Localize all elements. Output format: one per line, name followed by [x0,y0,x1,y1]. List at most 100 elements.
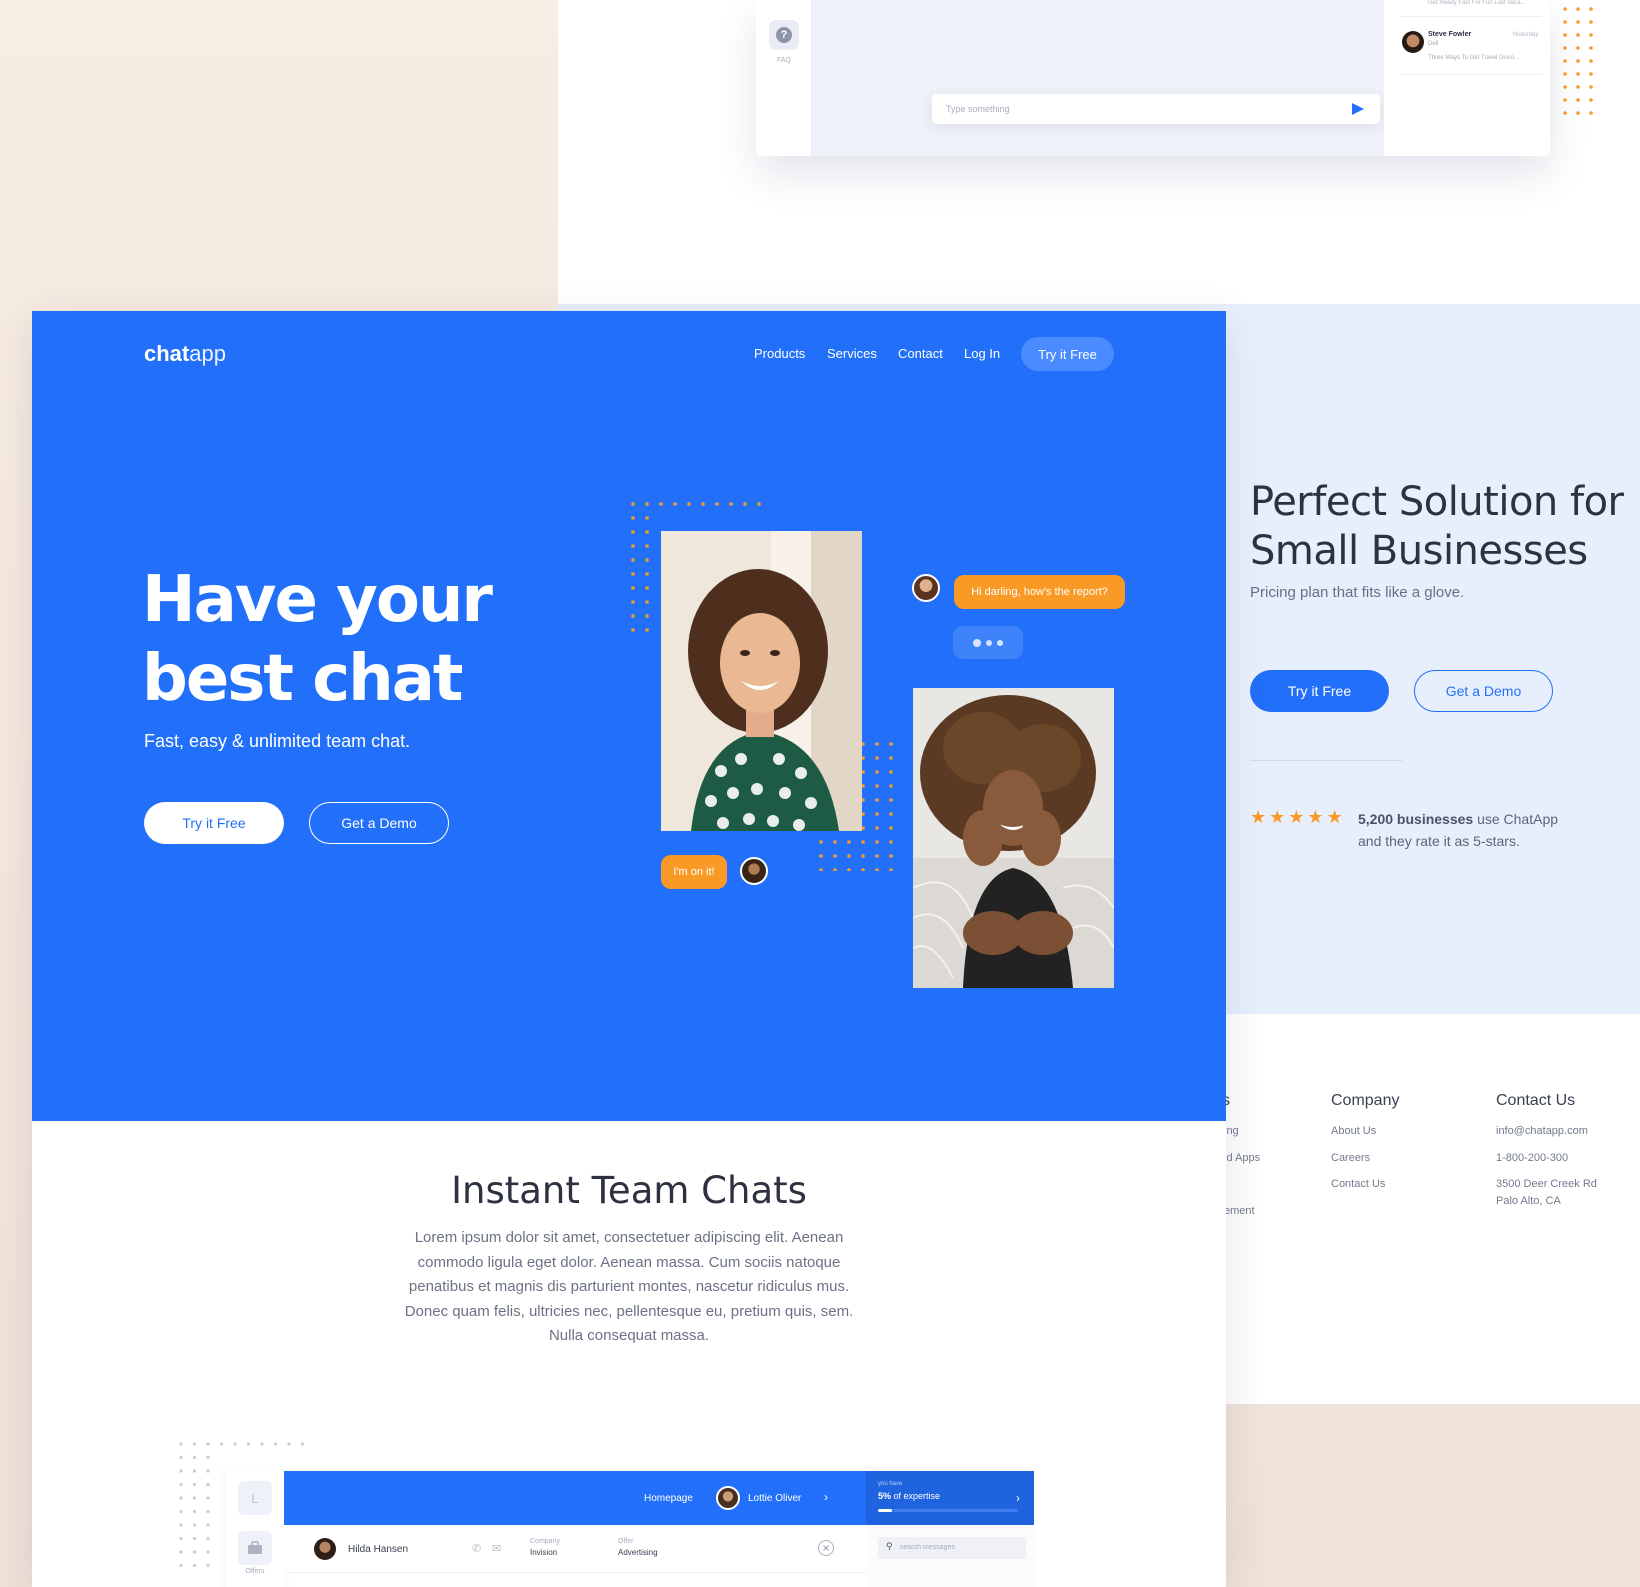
nav-try-free-button[interactable]: Try it Free [1021,337,1114,371]
rating-text-line2: and they rate it as 5-stars. [1358,833,1520,849]
decorative-dot [819,840,823,844]
divider [1400,16,1542,17]
decorative-dot [715,502,719,506]
decorative-dot [631,558,635,562]
pricing-subtitle: Pricing plan that fits like a glove. [1250,584,1465,601]
chevron-right-icon[interactable]: › [1016,1491,1020,1505]
decorative-dot [645,530,649,534]
footer-link[interactable]: id Apps [1224,1152,1260,1164]
contact-avatar[interactable] [1402,31,1424,53]
decorative-dot [875,770,879,774]
row-name[interactable]: Hilda Hansen [348,1544,408,1555]
dashboard-topbar: Homepage Lottie Oliver › [284,1471,866,1525]
decorative-dot [875,784,879,788]
decorative-dot [687,502,691,506]
decorative-dot [1576,46,1580,50]
footer-link[interactable]: ing [1224,1125,1239,1137]
footer-link-contact[interactable]: Contact Us [1331,1178,1385,1190]
decorative-dot [192,1442,197,1446]
decorative-dot [875,840,879,844]
hero-get-demo-button[interactable]: Get a Demo [309,802,449,844]
send-icon[interactable] [1352,103,1364,115]
logo-app: app [189,341,226,366]
footer-email[interactable]: info@chatapp.com [1496,1125,1588,1137]
decorative-dot [631,628,635,632]
decorative-dot [861,868,865,871]
company-label: Company [530,1538,560,1545]
footer-link-careers[interactable]: Careers [1331,1152,1370,1164]
chevron-right-icon[interactable]: › [824,1490,828,1504]
decorative-dot [179,1536,183,1541]
nav-contact[interactable]: Contact [898,346,943,361]
decorative-dot [1589,59,1593,63]
decorative-dot [246,1442,251,1446]
divider [1400,74,1542,75]
search-messages-input[interactable]: ⚲ search messages [878,1537,1026,1559]
decorative-dot [1563,59,1567,63]
typing-dot [986,639,992,646]
decorative-dot [875,868,879,871]
decorative-dot [192,1482,197,1487]
chat-bubble-answer: I'm on it! [661,855,727,889]
table-row[interactable]: Hilda Hansen ✆ ✉ Company Invision Offer … [284,1525,866,1573]
hero-try-free-button[interactable]: Try it Free [144,802,284,844]
decorative-dot [875,756,879,760]
decorative-dot [1589,111,1593,115]
decorative-dot [206,1550,210,1554]
hero-title-line1: Have your [142,563,493,637]
decorative-dot [645,516,649,520]
hero-subtitle: Fast, easy & unlimited team chat. [144,731,411,751]
decorative-dot [701,502,705,506]
nav-products[interactable]: Products [754,346,805,361]
decorative-dot [192,1523,197,1527]
decorative-dot [1589,20,1593,24]
briefcase-icon[interactable] [238,1531,272,1565]
decorative-dot [1563,85,1567,89]
pricing-get-demo-button[interactable]: Get a Demo [1414,670,1553,712]
rail-letter-button[interactable]: L [238,1481,272,1515]
decorative-dot [757,502,761,506]
faq-icon[interactable]: ? [769,20,799,50]
decorative-dot [1589,7,1593,11]
decorative-dot [1589,98,1593,102]
close-icon[interactable]: × [818,1540,834,1556]
nav-services[interactable]: Services [827,346,877,361]
footer-contact-heading: Contact Us [1496,1092,1576,1109]
company-value: Invision [530,1548,558,1557]
chat-message-input[interactable]: Type something [932,94,1380,124]
decorative-dot [833,854,837,858]
decorative-dot [847,854,851,858]
nav-homepage[interactable]: Homepage [644,1493,693,1504]
star-icon: ★ [1269,807,1286,828]
avatar[interactable] [716,1486,740,1510]
contact-name[interactable]: Steve Fowler [1428,31,1471,38]
chatapp-logo[interactable]: chatapp [144,341,226,367]
section-body: Lorem ipsum dolor sit amet, consectetuer… [404,1229,854,1344]
decorative-dot [179,1482,183,1487]
mail-icon[interactable]: ✉ [492,1542,501,1555]
user-name[interactable]: Lottie Oliver [748,1493,801,1504]
pricing-try-free-button[interactable]: Try it Free [1250,670,1389,712]
expertise-rest: of expertise [891,1491,941,1501]
decorative-dot [889,826,893,830]
contact-preview-cut: Get Ready Fast For Fun Last Vaca... [1428,0,1526,6]
decorative-dot [659,502,663,506]
expertise-caption: you have [878,1481,903,1487]
decorative-dot [1563,33,1567,37]
decorative-dot [861,854,865,858]
footer-address-city: Palo Alto, CA [1496,1195,1561,1207]
decorative-dot [1576,33,1580,37]
nav-login[interactable]: Log In [964,346,1000,361]
decorative-dot [889,812,893,816]
footer-phone[interactable]: 1-800-200-300 [1496,1152,1568,1164]
decorative-dot [847,868,851,871]
phone-icon[interactable]: ✆ [472,1542,481,1555]
rating-stars: ★ ★ ★ ★ ★ [1250,808,1343,828]
decorative-dot [179,1455,183,1460]
footer-link-about[interactable]: About Us [1331,1125,1376,1137]
dashboard-preview: L Offers Homepage Lottie Oliver › you ha… [226,1471,1034,1587]
decorative-dot [206,1523,210,1527]
footer-link[interactable]: ement [1224,1205,1255,1217]
decorative-dot [1576,59,1580,63]
decorative-dot [1563,72,1567,76]
